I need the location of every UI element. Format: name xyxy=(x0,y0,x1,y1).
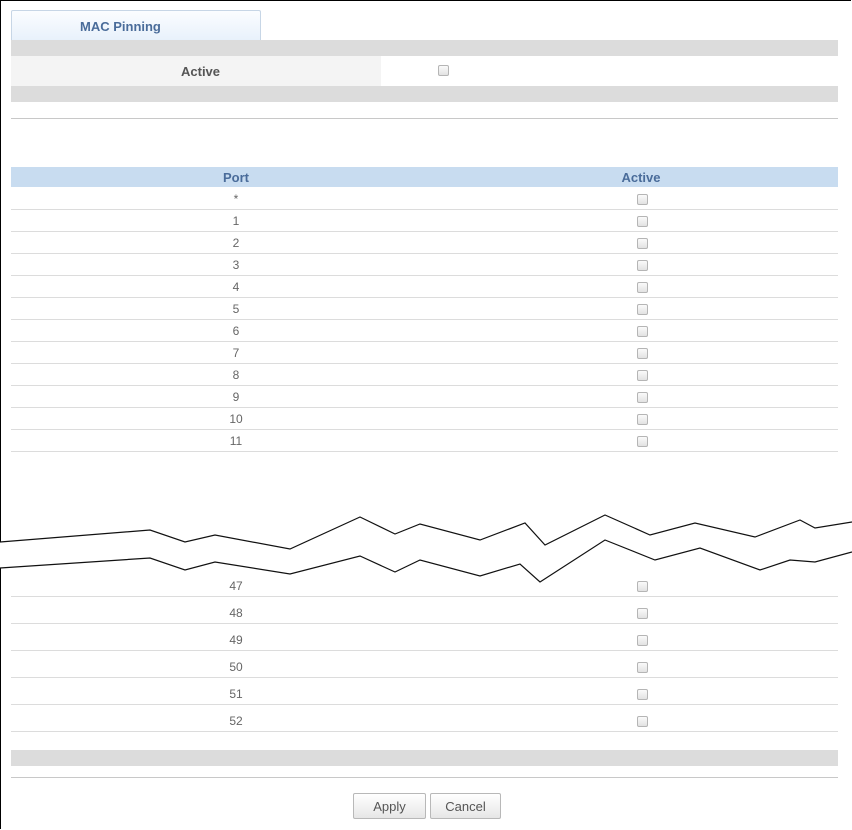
tab-label: MAC Pinning xyxy=(80,19,161,34)
port-active-checkbox[interactable] xyxy=(637,304,648,315)
table-break-marker xyxy=(0,514,852,583)
table-row: 49 xyxy=(11,629,838,651)
global-active-label: Active xyxy=(181,64,221,79)
port-active-checkbox[interactable] xyxy=(637,194,648,205)
port-number: 4 xyxy=(232,280,240,294)
port-active-checkbox[interactable] xyxy=(637,326,648,337)
table-row: 7 xyxy=(11,342,838,364)
port-active-checkbox[interactable] xyxy=(637,689,648,700)
port-number: 49 xyxy=(229,633,243,647)
port-number: 8 xyxy=(232,368,240,382)
global-active-row: Active xyxy=(11,56,838,87)
table-footer-bar xyxy=(11,750,838,766)
column-header-port: Port xyxy=(223,170,249,185)
table-header: Port Active xyxy=(11,167,838,187)
port-number: 10 xyxy=(229,412,243,426)
port-active-checkbox[interactable] xyxy=(637,716,648,727)
port-active-checkbox[interactable] xyxy=(637,608,648,619)
cancel-button[interactable]: Cancel xyxy=(430,793,501,819)
table-row: 6 xyxy=(11,320,838,342)
table-row: 5 xyxy=(11,298,838,320)
port-active-checkbox[interactable] xyxy=(637,216,648,227)
table-row: 52 xyxy=(11,710,838,732)
port-number: 52 xyxy=(229,714,243,728)
apply-button[interactable]: Apply xyxy=(353,793,426,819)
global-active-checkbox[interactable] xyxy=(438,65,449,76)
port-number: 48 xyxy=(229,606,243,620)
table-row: 48 xyxy=(11,602,838,624)
table-row: 1 xyxy=(11,210,838,232)
port-active-checkbox[interactable] xyxy=(637,260,648,271)
table-row: 8 xyxy=(11,364,838,386)
port-active-checkbox[interactable] xyxy=(637,392,648,403)
port-number: 1 xyxy=(232,214,240,228)
global-active-label-cell: Active xyxy=(11,56,381,86)
port-active-checkbox[interactable] xyxy=(637,238,648,249)
port-active-checkbox[interactable] xyxy=(637,348,648,359)
section-footer-bar xyxy=(11,86,838,102)
port-number: 5 xyxy=(232,302,240,316)
bottom-divider xyxy=(11,777,838,778)
table-row: * xyxy=(11,188,838,210)
table-row: 3 xyxy=(11,254,838,276)
port-number: 6 xyxy=(232,324,240,338)
port-active-checkbox[interactable] xyxy=(637,662,648,673)
port-number: 11 xyxy=(229,434,243,448)
table-row: 10 xyxy=(11,408,838,430)
divider xyxy=(11,118,838,119)
table-row: 4 xyxy=(11,276,838,298)
port-active-checkbox[interactable] xyxy=(637,635,648,646)
port-number: 50 xyxy=(229,660,243,674)
port-active-checkbox[interactable] xyxy=(637,282,648,293)
port-number: 9 xyxy=(232,390,240,404)
port-number: * xyxy=(233,192,239,206)
table-row: 9 xyxy=(11,386,838,408)
column-header-active: Active xyxy=(621,170,661,185)
table-row: 51 xyxy=(11,683,838,705)
port-number: 7 xyxy=(232,346,240,360)
port-number: 3 xyxy=(232,258,240,272)
tab-mac-pinning[interactable]: MAC Pinning xyxy=(11,10,261,40)
table-row: 2 xyxy=(11,232,838,254)
table-row: 11 xyxy=(11,430,838,452)
port-active-checkbox[interactable] xyxy=(637,436,648,447)
port-number: 2 xyxy=(232,236,240,250)
port-number: 51 xyxy=(229,687,243,701)
port-active-checkbox[interactable] xyxy=(637,414,648,425)
port-active-checkbox[interactable] xyxy=(637,370,648,381)
section-header-bar xyxy=(11,40,838,56)
table-row: 50 xyxy=(11,656,838,678)
